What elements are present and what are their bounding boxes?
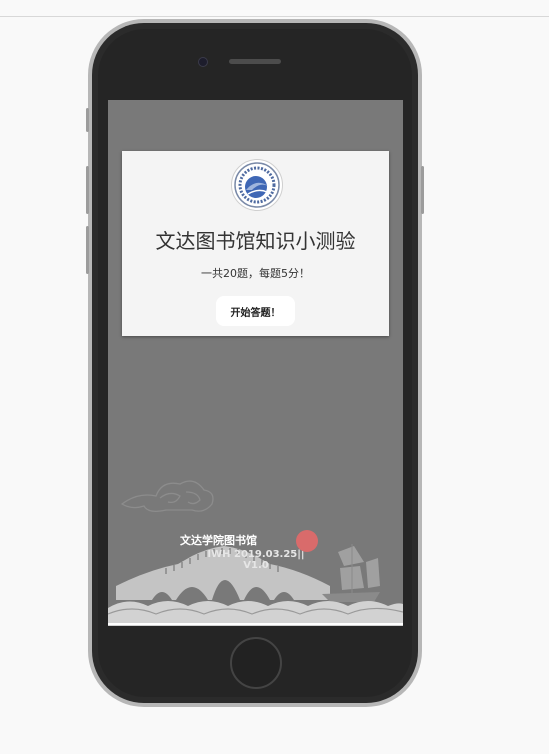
footer-library-name: 文达学院图书馆	[180, 534, 257, 547]
sailboat-icon	[322, 544, 380, 602]
footer-version: IWH 2019.03.25|| V1.0	[207, 549, 305, 571]
earpiece-speaker	[229, 59, 281, 64]
volume-up-button	[86, 166, 89, 214]
top-divider	[0, 16, 549, 17]
front-camera	[198, 57, 208, 67]
home-button[interactable]	[230, 637, 282, 689]
power-button	[421, 166, 424, 214]
mute-switch	[86, 108, 89, 132]
volume-down-button	[86, 226, 89, 274]
accent-dot	[296, 530, 318, 552]
cloud-icon	[120, 480, 214, 512]
screen-bottom-edge	[108, 623, 403, 625]
